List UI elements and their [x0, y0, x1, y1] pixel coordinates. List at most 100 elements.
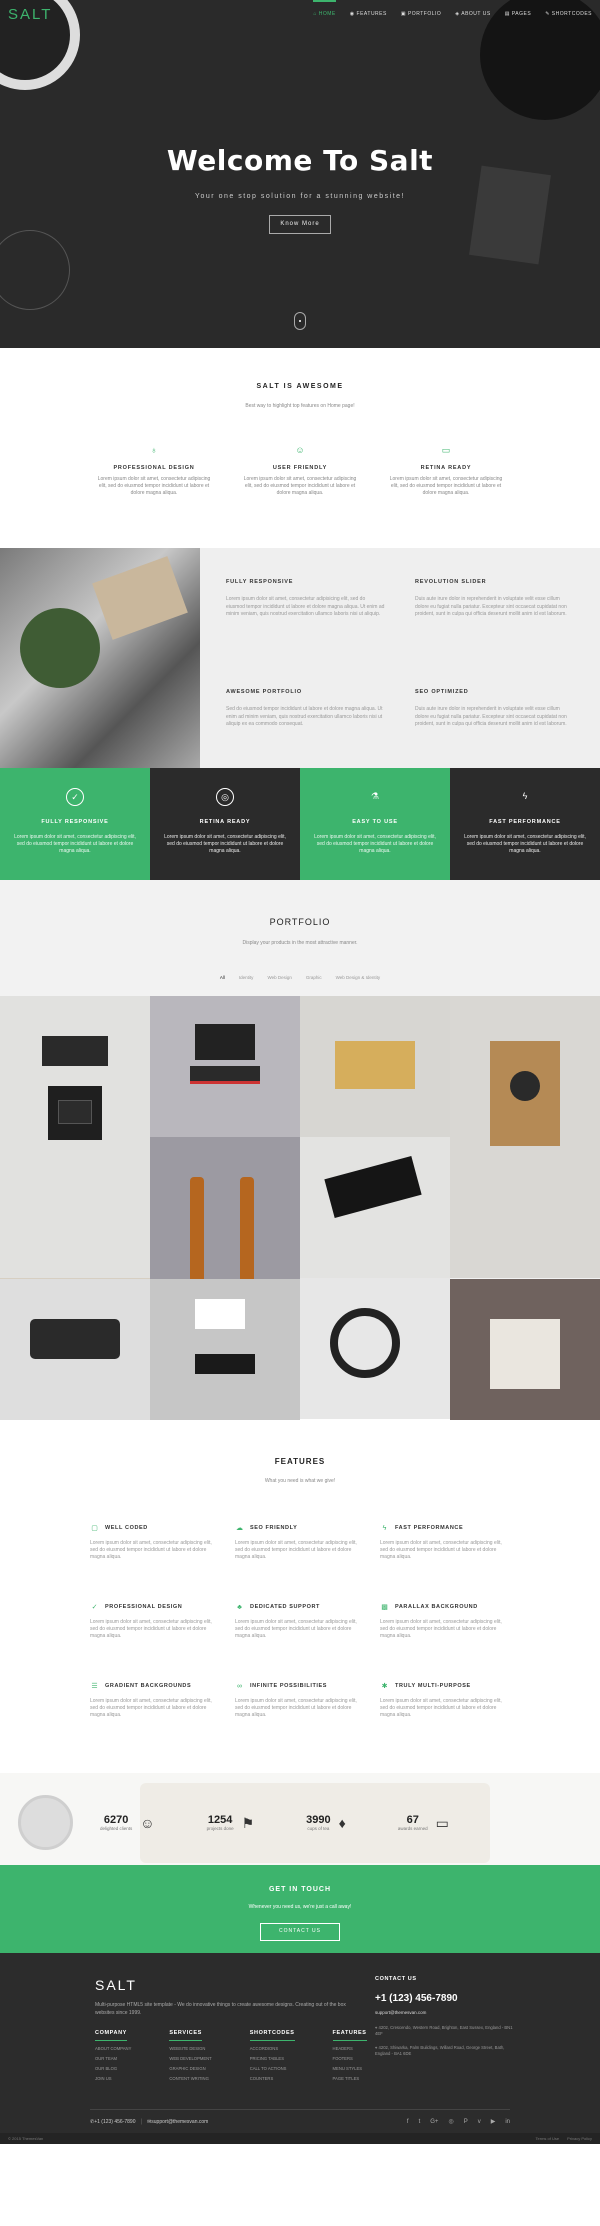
- footer-bar: ✆ +1 (123) 456-7890 | ✉ support@themesva…: [90, 2109, 510, 2127]
- vimeo-icon[interactable]: v: [478, 2118, 481, 2127]
- portfolio-item[interactable]: [150, 996, 300, 1137]
- filter-graphic[interactable]: Graphic: [306, 975, 322, 982]
- filter-all[interactable]: All: [220, 975, 225, 982]
- tiles-section: ✓ FULLY RESPONSIVE Lorem ipsum dolor sit…: [0, 768, 600, 880]
- split-item-title: REVOLUTION SLIDER: [415, 579, 487, 585]
- linkedin-icon[interactable]: in: [505, 2118, 510, 2127]
- hero-title: Welcome To Salt: [166, 144, 434, 177]
- stat-label: projects done: [206, 1825, 234, 1831]
- portfolio-item[interactable]: [300, 1137, 450, 1278]
- contact-us-button[interactable]: CONTACT US: [259, 1923, 341, 1941]
- footer-bar-phone[interactable]: +1 (123) 456-7890: [94, 2119, 135, 2127]
- cable-image: [0, 230, 70, 310]
- portfolio-item[interactable]: [450, 1279, 600, 1420]
- nav-home[interactable]: ⌂ HOME: [313, 0, 337, 30]
- legal-links: Terms of Use Privacy Policy: [536, 2136, 592, 2142]
- split-item: SEO OPTIMIZED Duis aute irure dolor in re…: [415, 688, 574, 768]
- footer-link[interactable]: ACCORDIONS: [250, 2046, 295, 2051]
- feature-item: ☰ GRADIENT BACKGROUNDS Lorem ipsum dolor s…: [90, 1682, 220, 1719]
- feature-title: TRULY MULTI-PURPOSE: [395, 1682, 471, 1689]
- nav-pages[interactable]: ▤ PAGES: [505, 0, 531, 30]
- facebook-icon[interactable]: f: [407, 2118, 409, 2127]
- filter-web-design-identity[interactable]: Web Design & Identity: [336, 975, 380, 982]
- portfolio-item[interactable]: [0, 1279, 150, 1420]
- google-plus-icon[interactable]: G+: [430, 2118, 438, 2127]
- footer-link[interactable]: OUR TEAM: [95, 2056, 131, 2061]
- twitter-icon[interactable]: t: [419, 2118, 421, 2127]
- nav-shortcodes[interactable]: ✎ SHORTCODES: [545, 0, 592, 30]
- footer-link[interactable]: HEADERS: [333, 2046, 367, 2051]
- tile-desc: Lorem ipsum dolor sit amet, consectetur …: [464, 834, 586, 855]
- privacy-link[interactable]: Privacy Policy: [567, 2136, 592, 2142]
- footer-link[interactable]: ABOUT COMPANY: [95, 2046, 131, 2051]
- split-item-desc: Sed do eiusmod tempor incididunt ut labo…: [226, 706, 383, 728]
- feature-column: ☺ USER FRIENDLY Lorem ipsum dolor sit am…: [240, 444, 360, 497]
- footer-about: Multi-purpose HTML5 site template - We d…: [95, 2002, 346, 2016]
- footer-column-title: FEATURES: [332, 2029, 367, 2042]
- footer-link[interactable]: PRICING TABLES: [250, 2056, 295, 2061]
- feature-title: GRADIENT BACKGROUNDS: [105, 1682, 192, 1689]
- instagram-icon[interactable]: ◎: [448, 2118, 453, 2127]
- footer-link[interactable]: PAGE TITLES: [333, 2076, 367, 2081]
- filter-web-design[interactable]: Web Design: [267, 975, 291, 982]
- footer-link[interactable]: FOOTERS: [333, 2056, 367, 2061]
- portfolio-item[interactable]: [150, 1279, 300, 1420]
- feature-item: ✱ TRULY MULTI-PURPOSE Lorem ipsum dolor si…: [380, 1682, 510, 1719]
- footer-phone[interactable]: +1 (123) 456-7890: [375, 1991, 515, 2006]
- feature-title: PARALLAX BACKGROUND: [395, 1603, 478, 1610]
- infinity-icon: ∞: [237, 1682, 242, 1690]
- footer-column: SERVICES WEBSITE DESIGN WEB DEVELOPMENT …: [169, 2029, 212, 2081]
- portfolio-item[interactable]: [300, 996, 450, 1137]
- smile-icon: ☺: [140, 1815, 155, 1831]
- portfolio-item[interactable]: [450, 996, 600, 1278]
- tile-desc: Lorem ipsum dolor sit amet, consectetur …: [14, 834, 136, 855]
- feature-title: WELL CODED: [105, 1524, 148, 1531]
- lightbulb-icon: ♁: [150, 445, 158, 455]
- nav-portfolio[interactable]: ▣ PORTFOLIO: [401, 0, 441, 30]
- filter-identity[interactable]: Identity: [239, 975, 254, 982]
- pinterest-icon[interactable]: P: [464, 2118, 468, 2127]
- nav-about[interactable]: ◈ ABOUT US: [455, 0, 490, 30]
- footer-link[interactable]: CALL TO ACTIONS: [250, 2066, 295, 2071]
- portfolio-item[interactable]: [0, 996, 150, 1278]
- youtube-icon[interactable]: ▶: [491, 2118, 496, 2127]
- scroll-down-icon[interactable]: [294, 312, 306, 330]
- footer-link[interactable]: JOIN US: [95, 2076, 131, 2081]
- footer-link[interactable]: WEB DEVELOPMENT: [169, 2056, 211, 2061]
- nav-features[interactable]: ◉ FEATURES: [350, 0, 387, 30]
- awesome-section: SALT IS AWESOME Best way to highlight to…: [0, 348, 600, 548]
- social-links: f t G+ ◎ P v ▶ in: [407, 2118, 510, 2127]
- feature-desc: Lorem ipsum dolor sit amet, consectetur …: [97, 476, 211, 497]
- feature-desc: Lorem ipsum dolor sit amet, consectetur …: [235, 1539, 357, 1560]
- footer-email[interactable]: support@themesvan.com: [375, 2010, 515, 2017]
- footer-bar-email[interactable]: support@themesvan.com: [151, 2119, 208, 2127]
- feature-title: SEO FRIENDLY: [250, 1524, 298, 1531]
- terms-link[interactable]: Terms of Use: [536, 2136, 560, 2142]
- image-icon: ▩: [381, 1603, 388, 1611]
- footer-link[interactable]: COUNTERS: [250, 2076, 295, 2081]
- split-item-desc: Lorem ipsum dolor sit amet, consectetur …: [226, 596, 385, 618]
- footer-column: SHORTCODES ACCORDIONS PRICING TABLES CAL…: [249, 2029, 295, 2081]
- asterisk-icon: ✱: [381, 1682, 388, 1690]
- stat-value: 67: [406, 1813, 419, 1826]
- feature-desc: Lorem ipsum dolor sit amet, consectetur …: [389, 476, 503, 497]
- footer-link[interactable]: CONTENT WRITING: [169, 2076, 211, 2081]
- feature-title: RETINA READY: [420, 465, 472, 471]
- footer-contact-title: CONTACT US: [375, 1976, 417, 1982]
- footer-link[interactable]: GRAPHIC DESIGN: [169, 2066, 211, 2071]
- copyright: © 2015 ThemesVan: [8, 2135, 44, 2141]
- footer-link[interactable]: OUR BLOG: [95, 2066, 131, 2071]
- footer-contact: CONTACT US +1 (123) 456-7890 support@the…: [375, 1975, 515, 2057]
- flag-icon: ⚑: [241, 1815, 255, 1831]
- cta-title: GET IN TOUCH: [268, 1886, 332, 1893]
- portfolio-item[interactable]: [300, 1278, 450, 1419]
- hero-section: SALT ⌂ HOME ◉ FEATURES ▣ PORTFOLIO ◈ ABO…: [0, 0, 600, 348]
- stat-value: 3990: [306, 1813, 331, 1826]
- hero-subtitle: Your one stop solution for a stunning we…: [194, 193, 405, 200]
- logo[interactable]: SALT: [8, 4, 52, 27]
- footer-link[interactable]: WEBSITE DESIGN: [169, 2046, 211, 2051]
- feature-item: ♣ DEDICATED SUPPORT Lorem ipsum dolor sit …: [235, 1603, 365, 1640]
- know-more-button[interactable]: Know More: [269, 214, 331, 234]
- feature-desc: Lorem ipsum dolor sit amet, consectetur …: [380, 1539, 502, 1560]
- footer-link[interactable]: MENU STYLES: [333, 2066, 367, 2071]
